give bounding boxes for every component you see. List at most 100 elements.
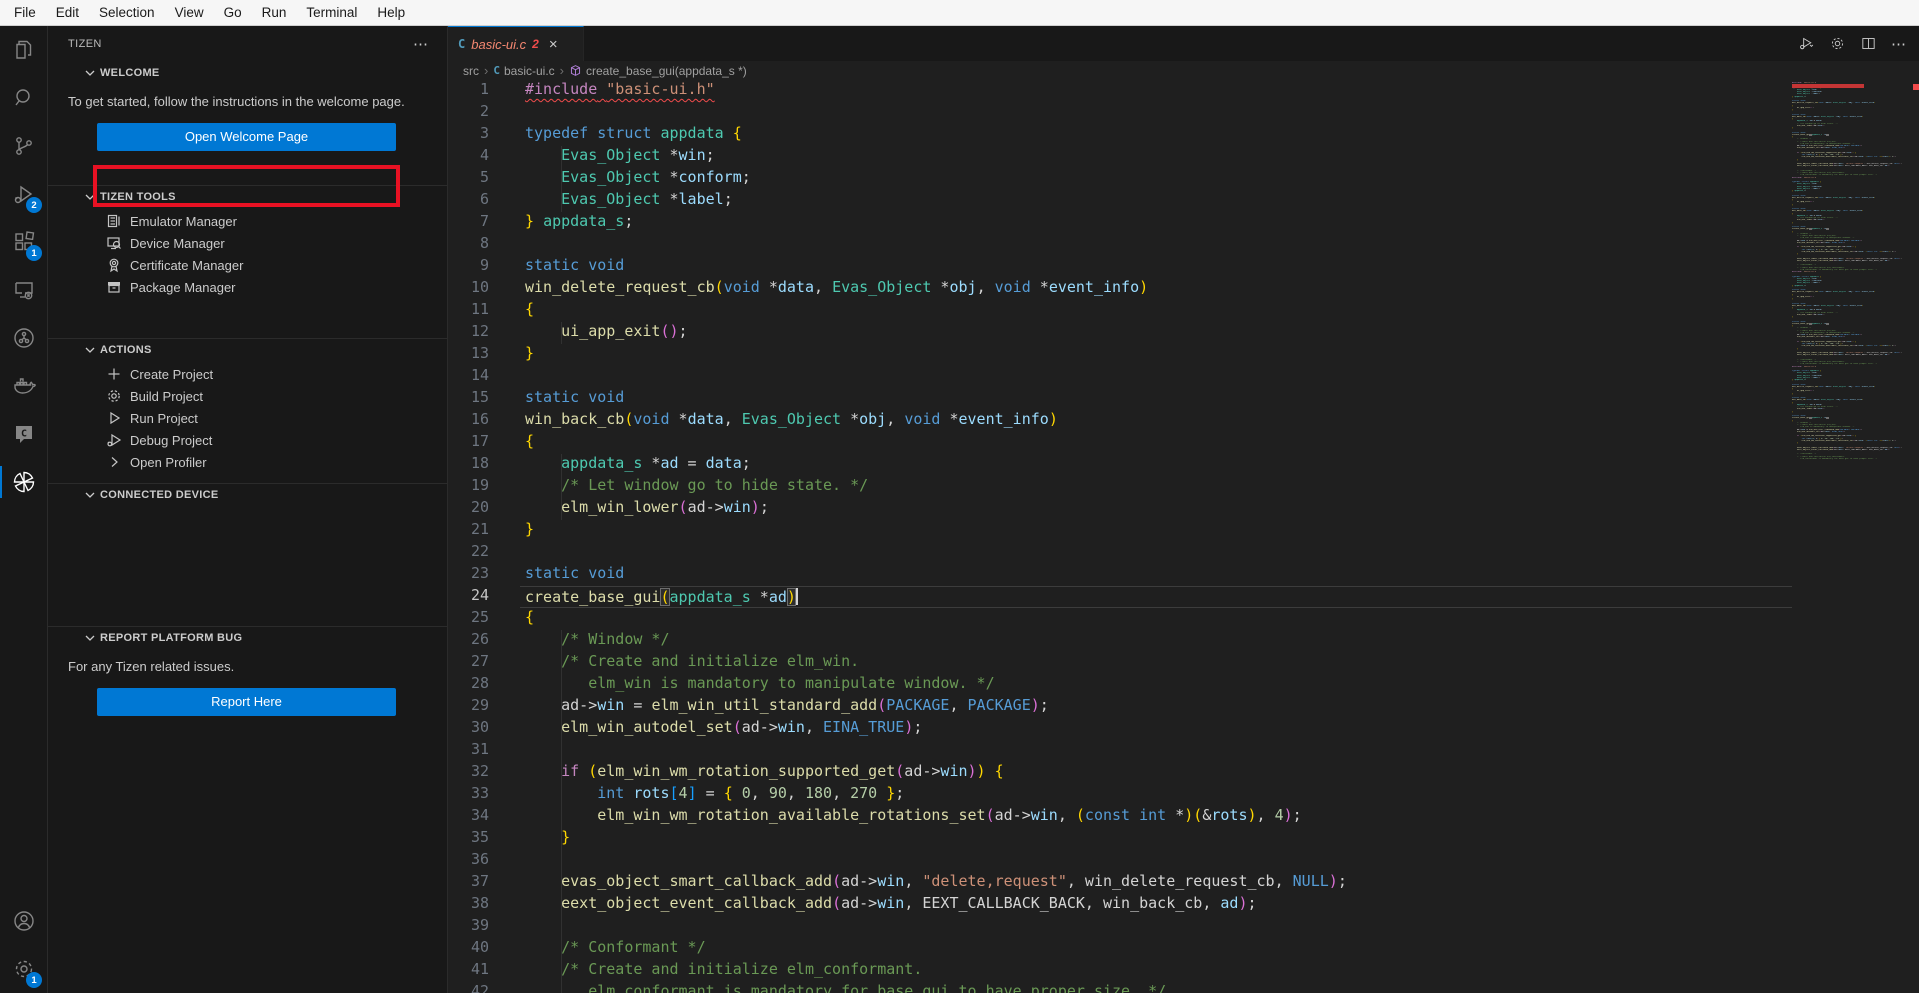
code-line[interactable] [520,102,1792,124]
close-icon[interactable]: × [549,37,558,52]
line-number[interactable]: 33 [448,784,489,806]
line-number[interactable]: 40 [448,938,489,960]
account-icon[interactable] [0,897,47,945]
run-debug-icon[interactable]: 2 [0,170,47,218]
breadcrumb-folder[interactable]: src [463,64,479,78]
code-line[interactable]: if (elm_win_wm_rotation_supported_get(ad… [520,762,1792,784]
code-line[interactable] [520,542,1792,564]
code-line[interactable]: elm_conformant is mandatory for base gui… [520,982,1792,993]
c-chat-icon[interactable]: C [0,410,47,458]
line-number[interactable]: 1 [448,80,489,102]
sidebar-item-package-manager[interactable]: Package Manager [48,276,447,298]
code-line[interactable]: { [520,432,1792,454]
minimap[interactable]: #include "basic-ui.h"typedef struct appd… [1792,82,1905,993]
code-line[interactable] [520,916,1792,938]
line-number[interactable]: 31 [448,740,489,762]
code-line[interactable]: /* Create and initialize elm_win. [520,652,1792,674]
search-icon[interactable] [0,74,47,122]
section-welcome[interactable]: WELCOME [48,62,447,84]
line-number[interactable]: 4 [448,146,489,168]
line-number[interactable]: 14 [448,366,489,388]
remote-explorer-icon[interactable] [0,266,47,314]
sidebar-item-device-manager[interactable]: Device Manager [48,232,447,254]
section-report-platform-bug[interactable]: REPORT PLATFORM BUG [48,627,447,649]
line-number[interactable]: 2 [448,102,489,124]
line-number[interactable]: 39 [448,916,489,938]
line-number[interactable]: 41 [448,960,489,982]
code-editor[interactable]: 1234567891011121314151617181920212223242… [448,80,1919,993]
settings-icon[interactable]: 1 [0,945,47,993]
line-number[interactable]: 23 [448,564,489,586]
code-line[interactable]: { [520,300,1792,322]
code-line[interactable]: } appdata_s; [520,212,1792,234]
line-number[interactable]: 17 [448,432,489,454]
code-line[interactable]: ad->win = elm_win_util_standard_add(PACK… [520,696,1792,718]
more-actions-icon[interactable]: ⋯ [407,35,435,53]
menu-help[interactable]: Help [367,2,415,23]
line-number[interactable]: 37 [448,872,489,894]
code-line[interactable]: static void [520,564,1792,586]
docker-icon[interactable] [0,362,47,410]
code-line[interactable]: elm_win_lower(ad->win); [520,498,1792,520]
code-line[interactable]: int rots[4] = { 0, 90, 180, 270 }; [520,784,1792,806]
breadcrumb-file[interactable]: basic-ui.c [504,64,555,78]
line-number[interactable]: 12 [448,322,489,344]
code-line[interactable]: create_base_gui(appdata_s *ad) [520,586,1792,608]
code-line[interactable]: static void [520,256,1792,278]
breadcrumb-symbol[interactable]: create_base_gui(appdata_s *) [586,64,747,78]
code-line[interactable]: Evas_Object *win; [520,146,1792,168]
code-line[interactable]: /* Let window go to hide state. */ [520,476,1792,498]
line-number[interactable]: 29 [448,696,489,718]
code-line[interactable]: /* Window */ [520,630,1792,652]
line-number[interactable]: 32 [448,762,489,784]
menu-run[interactable]: Run [252,2,297,23]
line-number[interactable]: 26 [448,630,489,652]
line-number[interactable]: 22 [448,542,489,564]
section-actions[interactable]: ACTIONS [48,339,447,361]
line-number[interactable]: 42 [448,982,489,993]
code-line[interactable]: elm_win_wm_rotation_available_rotations_… [520,806,1792,828]
line-number[interactable]: 36 [448,850,489,872]
line-number[interactable]: 7 [448,212,489,234]
sidebar-item-run-project[interactable]: Run Project [48,407,447,429]
sidebar-item-build-project[interactable]: Build Project [48,385,447,407]
line-number[interactable]: 5 [448,168,489,190]
code-line[interactable] [520,234,1792,256]
line-number[interactable]: 38 [448,894,489,916]
code-line[interactable] [520,850,1792,872]
code-line[interactable]: ui_app_exit(); [520,322,1792,344]
section-tizen-tools[interactable]: TIZEN TOOLS [48,186,447,208]
line-number[interactable]: 18 [448,454,489,476]
report-here-button[interactable]: Report Here [97,688,396,716]
code-line[interactable]: elm_win_autodel_set(ad->win, EINA_TRUE); [520,718,1792,740]
line-number[interactable]: 3 [448,124,489,146]
code-line[interactable]: static void [520,388,1792,410]
code-line[interactable]: } [520,344,1792,366]
explorer-icon[interactable] [0,26,47,74]
code-line[interactable]: /* Conformant */ [520,938,1792,960]
line-number[interactable]: 35 [448,828,489,850]
line-number[interactable]: 28 [448,674,489,696]
line-number[interactable]: 16 [448,410,489,432]
line-number[interactable]: 25 [448,608,489,630]
section-connected-device[interactable]: CONNECTED DEVICE [48,484,447,506]
code-line[interactable]: /* Create and initialize elm_conformant. [520,960,1792,982]
line-number[interactable]: 20 [448,498,489,520]
line-number[interactable]: 30 [448,718,489,740]
code-line[interactable]: evas_object_smart_callback_add(ad->win, … [520,872,1792,894]
code-line[interactable]: eext_object_event_callback_add(ad->win, … [520,894,1792,916]
sidebar-item-open-profiler[interactable]: Open Profiler [48,451,447,473]
line-number[interactable]: 34 [448,806,489,828]
menu-go[interactable]: Go [214,2,252,23]
code-line[interactable]: Evas_Object *conform; [520,168,1792,190]
line-number[interactable]: 27 [448,652,489,674]
extensions-icon[interactable]: 1 [0,218,47,266]
code-line[interactable]: #include "basic-ui.h" [520,80,1792,102]
code-line[interactable] [520,740,1792,762]
split-editor-icon[interactable] [1860,35,1877,52]
line-number[interactable]: 9 [448,256,489,278]
sidebar-item-create-project[interactable]: Create Project [48,363,447,385]
line-number-gutter[interactable]: 1234567891011121314151617181920212223242… [448,80,489,993]
source-control-icon[interactable] [0,122,47,170]
line-number[interactable]: 11 [448,300,489,322]
